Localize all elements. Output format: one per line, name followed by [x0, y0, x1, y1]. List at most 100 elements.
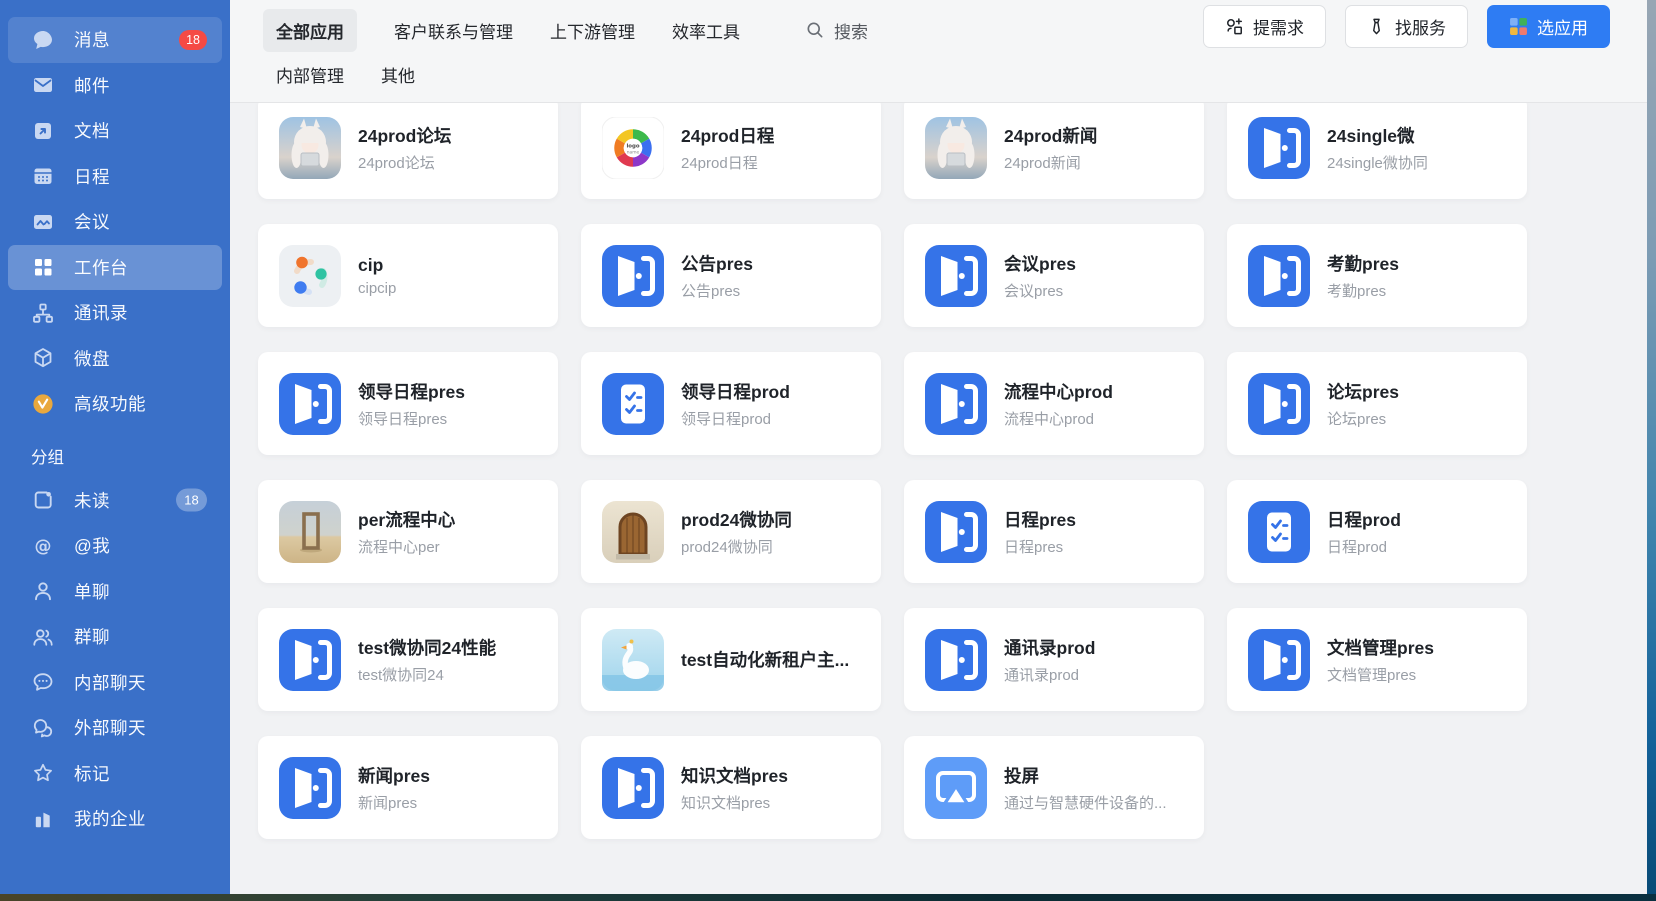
door-app-icon [1248, 629, 1310, 691]
app-card-24prod论坛[interactable]: 24prod论坛24prod论坛 [258, 103, 558, 199]
找服务-button[interactable]: 找服务 [1345, 5, 1468, 48]
door-app-icon [1248, 245, 1310, 307]
sidebar-item-外部聊天[interactable]: 外部聊天 [8, 705, 222, 751]
category-tab-其他[interactable]: 其他 [381, 62, 415, 87]
checklist-app-icon [602, 373, 664, 435]
door-app-icon [1248, 117, 1310, 179]
sidebar-item-会议[interactable]: 会议 [8, 199, 222, 245]
checklist-app-icon [1248, 501, 1310, 563]
sidebar-item-微盘[interactable]: 微盘 [8, 336, 222, 382]
app-card-prod24微协同[interactable]: prod24微协同prod24微协同 [581, 480, 881, 583]
app-card-日程pres[interactable]: 日程pres日程pres [904, 480, 1204, 583]
app-card-text: per流程中心流程中心per [358, 507, 455, 557]
app-card-text: 24single微24single微协同 [1327, 123, 1428, 173]
sidebar-item-我的企业[interactable]: 我的企业 [8, 796, 222, 842]
app-subtitle: 会议pres [1004, 280, 1076, 301]
chat-dots-icon [31, 670, 55, 694]
提需求-button[interactable]: 提需求 [1203, 5, 1326, 48]
app-card-领导日程pres[interactable]: 领导日程pres领导日程pres [258, 352, 558, 455]
category-tab-全部应用[interactable]: 全部应用 [263, 9, 357, 52]
sidebar-item-label: 群聊 [74, 624, 110, 649]
sidebar-item-单聊[interactable]: 单聊 [8, 569, 222, 615]
app-card-text: cipcipcip [358, 255, 396, 297]
app-title: per流程中心 [358, 507, 455, 532]
door-app-icon [925, 245, 987, 307]
app-card-text: 领导日程pres领导日程pres [358, 379, 465, 429]
anime-avatar [279, 117, 341, 179]
sidebar-group-nav: 未读18@我单聊群聊内部聊天外部聊天标记我的企业 [0, 478, 230, 842]
app-card-text: 投屏通过与智慧硬件设备的... [1004, 763, 1167, 813]
app-card-24single微[interactable]: 24single微24single微协同 [1227, 103, 1527, 199]
anime-avatar [279, 117, 341, 179]
app-card-test微协同24性能[interactable]: test微协同24性能test微协同24 [258, 608, 558, 711]
sidebar-item-日程[interactable]: 日程 [8, 154, 222, 200]
sidebar-item-邮件[interactable]: 邮件 [8, 63, 222, 109]
star-icon [31, 761, 55, 785]
door-app-icon [279, 373, 341, 435]
app-subtitle: 24prod日程 [681, 152, 774, 173]
sidebar-item-标记[interactable]: 标记 [8, 751, 222, 797]
app-card-论坛pres[interactable]: 论坛pres论坛pres [1227, 352, 1527, 455]
app-title: 会议pres [1004, 251, 1076, 276]
app-card-知识文档pres[interactable]: 知识文档pres知识文档pres [581, 736, 881, 839]
app-subtitle: cipcip [358, 280, 396, 297]
category-tab-内部管理[interactable]: 内部管理 [276, 62, 344, 87]
app-title: 论坛pres [1327, 379, 1399, 404]
app-card-24prod日程[interactable]: 24prod日程24prod日程 [581, 103, 881, 199]
app-card-text: 日程prod日程prod [1327, 507, 1401, 557]
app-subtitle: 流程中心per [358, 536, 455, 557]
app-card-text: test自动化新租户主... [681, 647, 849, 672]
app-card-test自动化新租户主...[interactable]: test自动化新租户主... [581, 608, 881, 711]
app-card-per流程中心[interactable]: per流程中心流程中心per [258, 480, 558, 583]
search-label: 搜索 [834, 18, 868, 43]
sidebar-item-内部聊天[interactable]: 内部聊天 [8, 660, 222, 706]
app-subtitle: 通过与智慧硬件设备的... [1004, 792, 1167, 813]
app-card-24prod新闻[interactable]: 24prod新闻24prod新闻 [904, 103, 1204, 199]
topbar-actions: 提需求找服务选应用 [1203, 5, 1610, 48]
sidebar-item-@我[interactable]: @我 [8, 523, 222, 569]
person-icon [31, 579, 55, 603]
contacts-icon [31, 301, 55, 325]
app-card-考勤pres[interactable]: 考勤pres考勤pres [1227, 224, 1527, 327]
app-title: 流程中心prod [1004, 379, 1113, 404]
desktop-wallpaper-bottom [0, 894, 1656, 901]
app-card-text: 公告pres公告pres [681, 251, 753, 301]
category-tab-客户联系与管理[interactable]: 客户联系与管理 [394, 18, 513, 43]
search-trigger[interactable]: 搜索 [805, 18, 868, 43]
app-card-新闻pres[interactable]: 新闻pres新闻pres [258, 736, 558, 839]
app-card-文档管理pres[interactable]: 文档管理pres文档管理pres [1227, 608, 1527, 711]
app-card-cip[interactable]: cipcipcip [258, 224, 558, 327]
app-title: 知识文档pres [681, 763, 788, 788]
app-card-日程prod[interactable]: 日程prod日程prod [1227, 480, 1527, 583]
sidebar-item-工作台[interactable]: 工作台 [8, 245, 222, 291]
sidebar-item-消息[interactable]: 消息18 [8, 17, 222, 63]
选应用-button[interactable]: 选应用 [1487, 5, 1610, 48]
sidebar-item-群聊[interactable]: 群聊 [8, 614, 222, 660]
app-card-通讯录prod[interactable]: 通讯录prod通讯录prod [904, 608, 1204, 711]
sidebar-item-label: 高级功能 [74, 391, 146, 416]
app-title: cip [358, 255, 396, 276]
app-title: 投屏 [1004, 763, 1167, 788]
door-app-icon [279, 757, 341, 819]
app-subtitle: 考勤pres [1327, 280, 1399, 301]
app-card-text: 会议pres 会议pres [1004, 251, 1076, 301]
sidebar-item-文档[interactable]: 文档 [8, 108, 222, 154]
sidebar-item-通讯录[interactable]: 通讯录 [8, 290, 222, 336]
app-card-领导日程prod[interactable]: 领导日程prod领导日程prod [581, 352, 881, 455]
category-tab-上下游管理[interactable]: 上下游管理 [550, 18, 635, 43]
app-subtitle: 领导日程pres [358, 408, 465, 429]
app-card-会议pres[interactable]: 会议pres 会议pres [904, 224, 1204, 327]
door-app-icon [925, 373, 987, 435]
app-card-公告pres[interactable]: 公告pres公告pres [581, 224, 881, 327]
door-app-icon [925, 501, 987, 563]
app-card-投屏[interactable]: 投屏通过与智慧硬件设备的... [904, 736, 1204, 839]
sidebar-item-高级功能[interactable]: 高级功能 [8, 381, 222, 427]
door-app-icon [602, 757, 664, 819]
sidebar-item-未读[interactable]: 未读18 [8, 478, 222, 524]
sidebar-item-label: 邮件 [74, 73, 110, 98]
door-app-icon [1248, 629, 1310, 691]
app-card-流程中心prod[interactable]: 流程中心prod流程中心prod [904, 352, 1204, 455]
app-title: 日程pres [1004, 507, 1076, 532]
app-subtitle: 公告pres [681, 280, 753, 301]
category-tab-效率工具[interactable]: 效率工具 [672, 18, 740, 43]
